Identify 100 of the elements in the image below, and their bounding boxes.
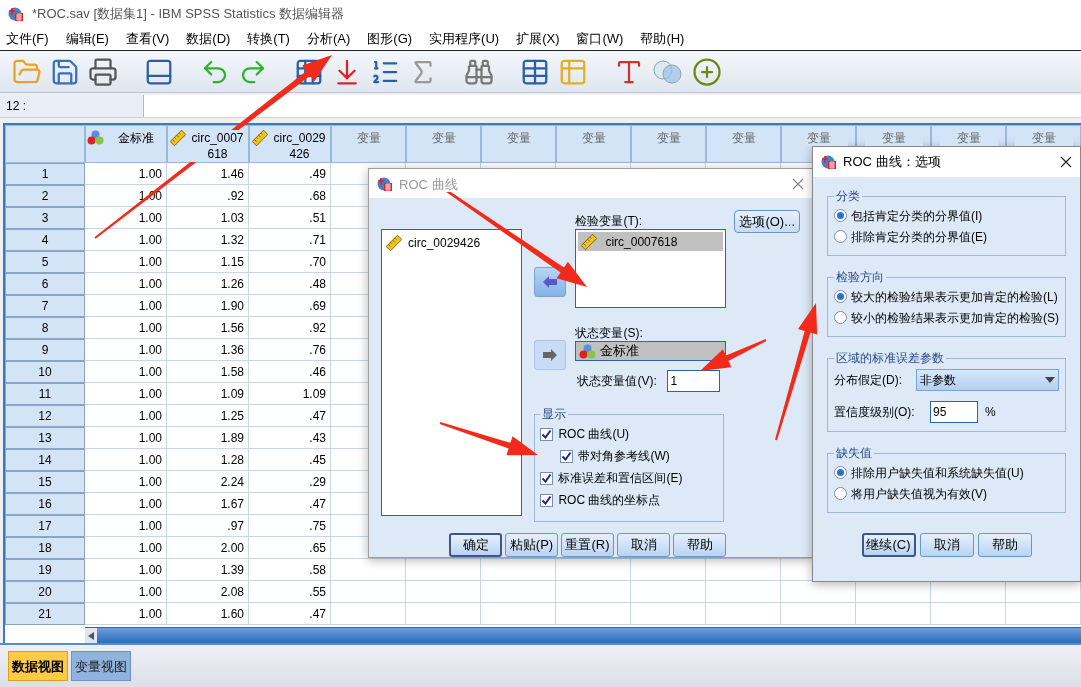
row-number[interactable]: 15 xyxy=(5,471,85,494)
dialog-button[interactable]: 粘贴(P) xyxy=(505,533,558,557)
dialog-button[interactable]: 取消 xyxy=(919,533,974,557)
nominal-icon xyxy=(579,343,597,359)
left-arrow-icon[interactable] xyxy=(543,276,558,288)
source-variable-list[interactable]: circ_0029426 xyxy=(381,229,523,516)
checkbox-label[interactable]: ROC 曲线的坐标点 xyxy=(558,491,661,509)
menu-item[interactable]: 窗口(W) xyxy=(570,29,630,49)
test-variable-list[interactable]: circ_0007618 xyxy=(575,229,727,308)
column-header[interactable]: circ_0029426 xyxy=(249,125,331,164)
radio-label[interactable]: 较小的检验结果表示更加肯定的检验(S) xyxy=(851,308,1059,327)
column-header[interactable]: 变量 xyxy=(406,125,481,164)
table-cell: .48 xyxy=(249,273,331,296)
radio-button[interactable] xyxy=(834,311,847,324)
state-variable-field[interactable]: 金标准 xyxy=(575,341,727,361)
row-number[interactable]: 21 xyxy=(5,603,85,626)
row-number[interactable]: 6 xyxy=(5,273,85,296)
dialog-button[interactable]: 重置(R) xyxy=(561,533,614,557)
row-number[interactable]: 3 xyxy=(5,207,85,230)
radio-label[interactable]: 排除用户缺失值和系统缺失值(U) xyxy=(851,463,1024,482)
radio-button[interactable] xyxy=(834,466,847,479)
distribution-dropdown[interactable]: 非参数 xyxy=(916,369,1059,391)
row-number[interactable]: 7 xyxy=(5,295,85,318)
dropdown-caret-icon[interactable] xyxy=(1045,377,1055,383)
window-title: *ROC.sav [数据集1] - IBM SPSS Statistics 数据编辑器 xyxy=(32,5,345,24)
column-header[interactable]: 变量 xyxy=(706,125,781,164)
checkbox[interactable] xyxy=(540,471,554,485)
row-number[interactable]: 11 xyxy=(5,383,85,406)
field-label: 检验变量(T): xyxy=(575,213,644,229)
radio-label[interactable]: 将用户缺失值视为有效(V) xyxy=(851,484,987,503)
row-number[interactable]: 1 xyxy=(5,163,85,186)
left-arrow-icon[interactable] xyxy=(88,632,94,640)
menu-item[interactable]: 分析(A) xyxy=(300,29,357,49)
row-number[interactable]: 13 xyxy=(5,427,85,450)
row-number[interactable]: 4 xyxy=(5,229,85,252)
checkbox[interactable] xyxy=(560,449,574,463)
radio-button[interactable] xyxy=(834,230,847,243)
row-number[interactable]: 17 xyxy=(5,515,85,538)
menu-item[interactable]: 编辑(E) xyxy=(59,29,115,49)
ruler-icon xyxy=(581,233,598,250)
radio-label[interactable]: 包括肯定分类的分界值(I) xyxy=(851,206,983,225)
field-label: 状态变量(S): xyxy=(575,325,644,341)
checkbox-label[interactable]: 标准误差和置信区间(E) xyxy=(558,469,683,487)
horizontal-scrollbar[interactable] xyxy=(85,627,1081,644)
row-number[interactable]: 14 xyxy=(5,449,85,472)
radio-label[interactable]: 排除肯定分类的分界值(E) xyxy=(851,227,987,246)
radio-button[interactable] xyxy=(834,487,847,500)
menu-item[interactable]: 扩展(X) xyxy=(510,29,566,49)
table-cell: 1.39 xyxy=(167,559,249,582)
view-tab[interactable]: 变量视图 xyxy=(71,651,131,682)
column-header[interactable]: circ_0007618 xyxy=(167,125,249,164)
close-icon[interactable] xyxy=(1060,156,1072,168)
confidence-field[interactable]: 95 xyxy=(930,401,978,423)
row-number[interactable]: 16 xyxy=(5,493,85,516)
radio-button[interactable] xyxy=(834,209,847,222)
radio-label[interactable]: 较大的检验结果表示更加肯定的检验(L) xyxy=(851,287,1058,306)
row-number[interactable]: 2 xyxy=(5,185,85,208)
move-right-button[interactable] xyxy=(534,340,567,370)
right-arrow-icon[interactable] xyxy=(543,349,558,361)
menu-item[interactable]: 图形(G) xyxy=(361,29,419,49)
dialog-button[interactable]: 取消 xyxy=(617,533,670,557)
state-value-field[interactable]: 1 xyxy=(667,370,721,392)
row-number[interactable]: 5 xyxy=(5,251,85,274)
table-cell: 1.00 xyxy=(85,603,167,626)
menu-item[interactable]: 文件(F) xyxy=(0,29,55,49)
options-button[interactable]: 选项(O)... xyxy=(734,210,800,234)
row-number[interactable]: 8 xyxy=(5,317,85,340)
menu-item[interactable]: 转换(T) xyxy=(241,29,296,49)
view-tab[interactable]: 数据视图 xyxy=(8,651,68,682)
dialog-button[interactable]: 帮助 xyxy=(977,533,1032,557)
printer-icon[interactable] xyxy=(88,56,118,87)
checkbox-label[interactable]: ROC 曲线(U) xyxy=(558,425,630,443)
column-header[interactable]: 变量 xyxy=(481,125,556,164)
variable-item[interactable]: circ_0029426 xyxy=(408,234,481,252)
column-header[interactable]: 变量 xyxy=(556,125,631,164)
checkbox[interactable] xyxy=(540,427,554,441)
row-number[interactable]: 10 xyxy=(5,361,85,384)
row-number[interactable]: 12 xyxy=(5,405,85,428)
row-number[interactable]: 19 xyxy=(5,559,85,582)
dialog-button[interactable]: 帮助 xyxy=(673,533,726,557)
menu-item[interactable]: 实用程序(U) xyxy=(423,29,506,49)
app-icon xyxy=(377,175,393,192)
checkbox-label[interactable]: 带对角参考线(W) xyxy=(578,447,670,465)
row-number[interactable]: 9 xyxy=(5,339,85,362)
menu-item[interactable]: 帮助(H) xyxy=(634,29,691,49)
dialog-button[interactable]: 继续(C) xyxy=(861,533,916,557)
row-number[interactable]: 20 xyxy=(5,581,85,604)
radio-button[interactable] xyxy=(834,290,847,303)
dialog-button[interactable]: 确定 xyxy=(449,533,502,557)
menu-item[interactable]: 数据(D) xyxy=(180,29,237,49)
plus-icon[interactable] xyxy=(692,56,722,87)
cell-reference: 12 : xyxy=(0,94,144,118)
checkbox[interactable] xyxy=(540,493,554,507)
menu-item[interactable]: 查看(V) xyxy=(119,29,176,49)
column-header[interactable]: 金标准 xyxy=(85,125,167,164)
variable-item[interactable]: circ_0007618 xyxy=(578,232,724,251)
column-header[interactable]: 变量 xyxy=(631,125,706,164)
row-number[interactable]: 18 xyxy=(5,537,85,560)
column-header[interactable]: 变量 xyxy=(331,125,406,164)
table-cell: .70 xyxy=(249,251,331,274)
